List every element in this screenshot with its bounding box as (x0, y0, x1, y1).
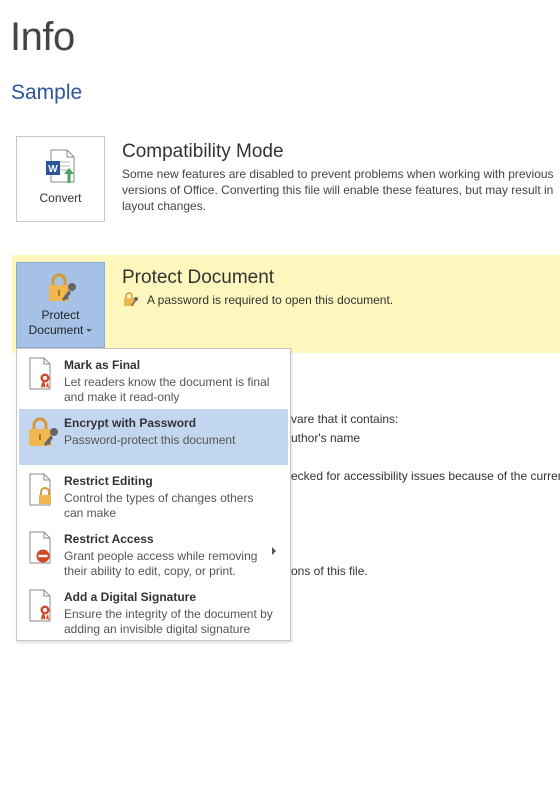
lock-key-icon (45, 272, 79, 307)
convert-button-label: Convert (39, 191, 82, 205)
page-title: Info (10, 15, 75, 59)
protect-document-menu: Mark as Final Let readers know the docum… (16, 348, 291, 641)
no-entry-document-icon (27, 531, 57, 570)
lock-key-icon (122, 291, 140, 311)
accessibility-text-fragment: ecked for accessibility issues because o… (291, 469, 560, 483)
menu-item-title: Mark as Final (64, 358, 141, 372)
menu-item-restrict-access[interactable]: Restrict Access Grant people access whil… (19, 525, 288, 581)
menu-item-title: Add a Digital Signature (64, 590, 197, 604)
inspect-author-fragment: uthor's name (291, 431, 360, 445)
convert-document-icon: W (45, 149, 79, 188)
menu-item-encrypt-with-password[interactable]: Encrypt with Password Password-protect t… (19, 409, 288, 465)
menu-item-title: Restrict Access (64, 532, 154, 546)
protect-document-title: Protect Document (122, 267, 275, 288)
menu-item-title: Encrypt with Password (64, 416, 197, 430)
menu-item-restrict-editing[interactable]: Restrict Editing Control the types of ch… (19, 467, 288, 523)
menu-item-description: Ensure the integrity of the document by … (64, 607, 273, 636)
protect-document-button-label: Protect Document (17, 308, 104, 338)
ribbon-document-icon (27, 357, 57, 396)
protect-document-button[interactable]: Protect Document (16, 262, 105, 348)
compatibility-mode-title: Compatibility Mode (122, 141, 284, 162)
menu-item-description: Let readers know the document is final a… (64, 375, 270, 404)
ribbon-document-icon (27, 589, 57, 628)
versions-text-fragment: ons of this file. (291, 564, 368, 578)
menu-item-description: Control the types of changes others can … (64, 491, 254, 520)
compatibility-mode-description: Some new features are disabled to preven… (122, 167, 554, 213)
menu-item-title: Restrict Editing (64, 474, 153, 488)
chevron-right-icon (272, 547, 276, 555)
lock-key-icon (27, 415, 61, 454)
svg-text:W: W (48, 164, 58, 175)
convert-button[interactable]: W Convert (16, 136, 105, 222)
lock-document-icon (27, 473, 57, 512)
menu-item-add-digital-signature[interactable]: Add a Digital Signature Ensure the integ… (19, 583, 288, 639)
chevron-down-icon (86, 329, 93, 333)
menu-item-mark-as-final[interactable]: Mark as Final Let readers know the docum… (19, 351, 288, 407)
document-name: Sample (11, 81, 83, 104)
inspect-text-fragment: vare that it contains: (291, 412, 399, 426)
menu-item-description: Grant people access while removing their… (64, 549, 258, 578)
protect-status-text: A password is required to open this docu… (147, 293, 394, 307)
menu-item-description: Password-protect this document (64, 433, 236, 447)
